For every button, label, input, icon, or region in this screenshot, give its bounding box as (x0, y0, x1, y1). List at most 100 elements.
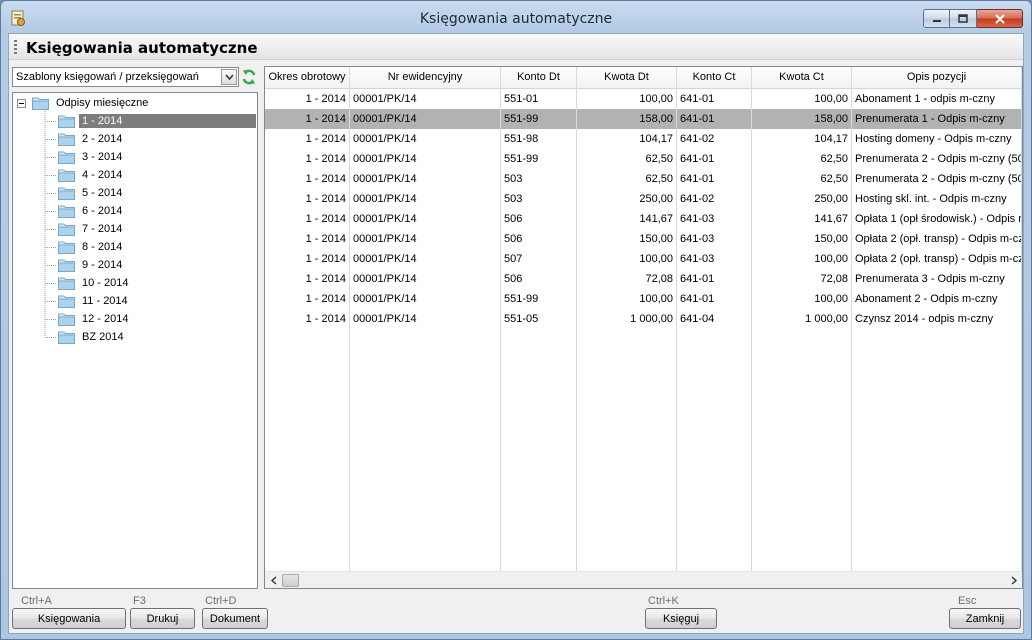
table-cell: 1 - 2014 (265, 149, 350, 169)
chevron-left-icon (270, 576, 276, 585)
table-cell: Czynsz 2014 - odpis m-czny (852, 309, 1022, 329)
minimize-button[interactable] (923, 9, 950, 28)
tree-item-label: 10 - 2014 (82, 277, 129, 289)
table-cell: 641-03 (677, 249, 752, 269)
table-cell: 1 - 2014 (265, 269, 350, 289)
column-header[interactable]: Opis pozycji (852, 67, 1022, 89)
table-cell: 506 (501, 209, 577, 229)
chevron-down-icon (224, 74, 234, 80)
table-row[interactable]: 1 - 2014 00001/PK/14 551-05 1 000,00 641-04 1… (265, 309, 1022, 329)
column-header[interactable]: Konto Dt (501, 67, 577, 89)
tree-item[interactable]: 4 - 2014 (58, 166, 125, 184)
close-window-button[interactable] (977, 9, 1023, 28)
tree-item-label: BZ 2014 (82, 331, 124, 343)
table-cell: 00001/PK/14 (350, 109, 501, 129)
tree-item[interactable]: 11 - 2014 (58, 292, 131, 310)
tree-item-label: 6 - 2014 (82, 205, 123, 217)
dokument-shortcut: Ctrl+D (205, 595, 237, 607)
table-cell: 641-01 (677, 269, 752, 289)
collapse-icon[interactable] (17, 98, 26, 108)
tree-root-item[interactable]: Odpisy miesięczne (17, 94, 151, 112)
table-cell: 641-01 (677, 289, 752, 309)
table-row[interactable]: 1 - 2014 00001/PK/14 503 62,50 641-01 62,50 Pr… (265, 169, 1022, 189)
ksieguj-shortcut: Ctrl+K (648, 595, 679, 607)
table-row[interactable]: 1 - 2014 00001/PK/14 551-01 100,00 641-01 100… (265, 89, 1022, 109)
maximize-button[interactable] (950, 9, 977, 28)
table-row[interactable]: 1 - 2014 00001/PK/14 551-99 158,00 641-01 158… (265, 109, 1022, 129)
template-filter-select[interactable]: Szablony księgowań / przeksięgowań (12, 67, 239, 87)
tree-item[interactable]: 2 - 2014 (58, 130, 125, 148)
header-strip: Księgowania automatyczne (9, 34, 1023, 60)
table-row[interactable]: 1 - 2014 00001/PK/14 506 141,67 641-03 141,67… (265, 209, 1022, 229)
folder-icon (58, 187, 75, 200)
page-title: Księgowania automatyczne (26, 39, 258, 57)
template-tree[interactable]: Odpisy miesięczne 1 - 2014 2 - 2014 3 - 20… (12, 92, 258, 589)
tree-item[interactable]: 8 - 2014 (58, 238, 125, 256)
table-cell: 1 000,00 (752, 309, 852, 329)
drukuj-button[interactable]: Drukuj (130, 608, 195, 629)
tree-item[interactable]: 5 - 2014 (58, 184, 125, 202)
template-filter-dropdown-button[interactable] (221, 69, 237, 85)
table-row[interactable]: 1 - 2014 00001/PK/14 507 100,00 641-03 100,00… (265, 249, 1022, 269)
ksieguj-button[interactable]: Księguj (645, 608, 717, 629)
scroll-right-button[interactable] (1005, 572, 1022, 588)
horizontal-scrollbar[interactable] (265, 571, 1022, 588)
tree-item[interactable]: 7 - 2014 (58, 220, 125, 238)
table-cell: 641-03 (677, 229, 752, 249)
table-cell: Opłata 2 (opł. transp) - Odpis m-czny (852, 229, 1022, 249)
drukuj-shortcut: F3 (133, 595, 146, 607)
column-header[interactable]: Nr ewidencyjny (350, 67, 501, 89)
tree-item-label: 9 - 2014 (82, 259, 123, 271)
column-header[interactable]: Okres obrotowy (265, 67, 350, 89)
tree-item[interactable]: 6 - 2014 (58, 202, 125, 220)
table-row[interactable]: 1 - 2014 00001/PK/14 506 150,00 641-03 150,00… (265, 229, 1022, 249)
folder-icon (58, 331, 75, 344)
tree-connector-lines (44, 109, 57, 338)
table-cell: 100,00 (752, 89, 852, 109)
tree-item-label: 4 - 2014 (82, 169, 123, 181)
postings-grid[interactable]: Okres obrotowy Nr ewidencyjny Konto Dt Kwot… (264, 66, 1023, 589)
table-cell: 1 - 2014 (265, 209, 350, 229)
dokument-button[interactable]: Dokument (202, 608, 268, 629)
tree-item[interactable]: BZ 2014 (58, 328, 127, 346)
column-header[interactable]: Konto Ct (677, 67, 752, 89)
tree-item[interactable]: 3 - 2014 (58, 148, 125, 166)
zamknij-shortcut: Esc (958, 595, 977, 607)
ksiegowania-button[interactable]: Księgowania (12, 608, 126, 629)
table-cell: 551-99 (501, 289, 577, 309)
table-cell: Hosting skl. int. - Odpis m-czny (852, 189, 1022, 209)
scroll-left-button[interactable] (265, 572, 282, 588)
table-row[interactable]: 1 - 2014 00001/PK/14 551-99 62,50 641-01 62,5… (265, 149, 1022, 169)
table-cell: 158,00 (577, 109, 677, 129)
table-cell: 503 (501, 189, 577, 209)
table-row[interactable]: 1 - 2014 00001/PK/14 551-98 104,17 641-02 104… (265, 129, 1022, 149)
table-row[interactable]: 1 - 2014 00001/PK/14 551-99 100,00 641-01 100… (265, 289, 1022, 309)
table-row[interactable]: 1 - 2014 00001/PK/14 503 250,00 641-02 250,00… (265, 189, 1022, 209)
table-cell: Hosting domeny - Odpis m-czny (852, 129, 1022, 149)
tree-item-label: 5 - 2014 (82, 187, 123, 199)
tree-item[interactable]: 9 - 2014 (58, 256, 125, 274)
tree-item-label: 12 - 2014 (82, 313, 129, 325)
table-cell: 00001/PK/14 (350, 189, 501, 209)
zamknij-button[interactable]: Zamknij (949, 608, 1021, 629)
column-header[interactable]: Kwota Ct (752, 67, 852, 89)
tree-item[interactable]: 1 - 2014 (58, 112, 256, 130)
scroll-thumb[interactable] (282, 574, 299, 587)
table-row[interactable]: 1 - 2014 00001/PK/14 506 72,08 641-01 72,08 Pr… (265, 269, 1022, 289)
table-cell: 141,67 (752, 209, 852, 229)
tree-root-label: Odpisy miesięczne (56, 97, 149, 109)
table-cell: 551-99 (501, 149, 577, 169)
table-cell: Prenumerata 3 - Odpis m-czny (852, 269, 1022, 289)
table-cell: 62,50 (577, 149, 677, 169)
refresh-icon[interactable] (241, 68, 257, 86)
column-header[interactable]: Kwota Dt (577, 67, 677, 89)
table-cell: Abonament 2 - Odpis m-czny (852, 289, 1022, 309)
table-cell: 104,17 (577, 129, 677, 149)
table-cell: 62,50 (577, 169, 677, 189)
table-cell: 00001/PK/14 (350, 89, 501, 109)
tree-item[interactable]: 10 - 2014 (58, 274, 131, 292)
folder-icon (58, 241, 75, 254)
title-bar[interactable]: Księgowania automatyczne (1, 1, 1031, 33)
tree-item[interactable]: 12 - 2014 (58, 310, 131, 328)
table-cell: 506 (501, 229, 577, 249)
